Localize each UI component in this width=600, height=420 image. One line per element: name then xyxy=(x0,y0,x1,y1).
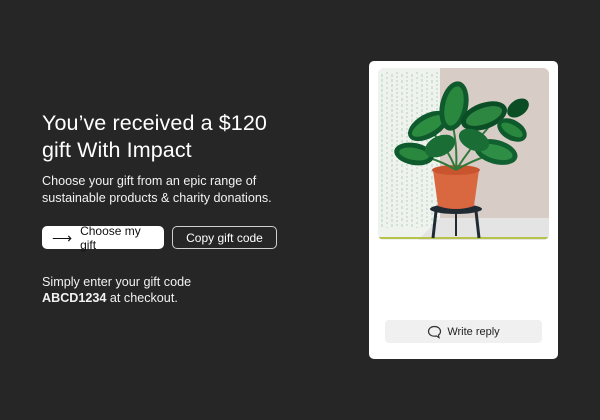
arrow-right-icon: ⟶ xyxy=(52,229,73,246)
title-line-1: You’ve received a $120 xyxy=(42,111,267,135)
write-reply-label: Write reply xyxy=(447,325,500,338)
page-title: You’ve received a $120 gift With Impact xyxy=(42,110,342,164)
subtitle-line-2: sustainable products & charity donations… xyxy=(42,191,272,205)
title-line-2: gift With Impact xyxy=(42,138,192,162)
page-subtitle: Choose your gift from an epic range of s… xyxy=(42,173,342,207)
note-suffix: at checkout. xyxy=(106,291,178,305)
speech-bubble-icon xyxy=(428,325,442,339)
choose-gift-label: Choose my gift xyxy=(80,223,141,252)
gift-code: ABCD1234 xyxy=(42,291,107,305)
gift-hero: You’ve received a $120 gift With Impact … xyxy=(42,110,342,306)
gift-code-note: Simply enter your gift code ABCD1234 at … xyxy=(42,274,342,306)
action-buttons: ⟶ Choose my gift Copy gift code xyxy=(42,223,342,252)
subtitle-line-1: Choose your gift from an epic range of xyxy=(42,174,257,188)
write-reply-button[interactable]: Write reply xyxy=(385,320,542,343)
choose-gift-button[interactable]: ⟶ Choose my gift xyxy=(42,223,164,252)
gift-card-preview: Write reply xyxy=(369,61,558,359)
note-line-1: Simply enter your gift code xyxy=(42,275,192,289)
copy-gift-code-label: Copy gift code xyxy=(186,230,263,245)
potted-plant-illustration xyxy=(378,68,549,240)
copy-gift-code-button[interactable]: Copy gift code xyxy=(172,226,277,249)
